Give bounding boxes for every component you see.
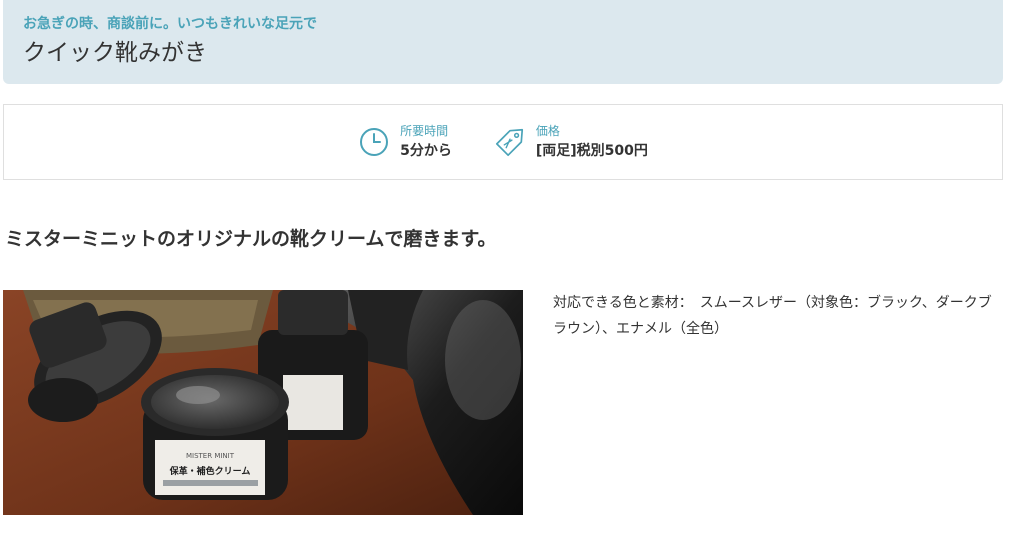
- info-item-price: 価格 [両足]税別500円: [494, 123, 648, 162]
- info-text-duration: 所要時間 5分から: [400, 123, 452, 162]
- hero-subtitle: お急ぎの時、商談前に。いつもきれいな足元で: [23, 16, 317, 32]
- jar-label-text: 保革・補色クリーム: [169, 465, 251, 477]
- info-text-price: 価格 [両足]税別500円: [536, 123, 648, 162]
- info-value: [両足]税別500円: [535, 142, 648, 159]
- description-text: 対応できる色と素材： スムースレザー（対象色：ブラック、ダークブラウン）、エナメ…: [553, 295, 992, 337]
- lead-heading: ミスターミニットのオリジナルの靴クリームで磨きます。: [5, 228, 497, 250]
- clock-icon: [358, 125, 390, 159]
- shoe-cream-photo: MISTER MINIT 保革・補色クリーム: [3, 290, 523, 515]
- jar-brand-text: MISTER MINIT: [186, 452, 235, 460]
- info-label: 所要時間: [400, 123, 449, 138]
- page-title: クイック靴みがき: [23, 40, 207, 66]
- hero-banner: お急ぎの時、商談前に。いつもきれいな足元で クイック靴みがき: [3, 0, 1003, 84]
- info-label: 価格: [535, 123, 560, 138]
- info-item-duration: 所要時間 5分から: [358, 123, 452, 162]
- service-info-box: 所要時間 5分から 価格 [両足]税別500円: [3, 104, 1003, 180]
- price-tag-icon: [494, 125, 526, 159]
- info-value: 5分から: [400, 142, 452, 159]
